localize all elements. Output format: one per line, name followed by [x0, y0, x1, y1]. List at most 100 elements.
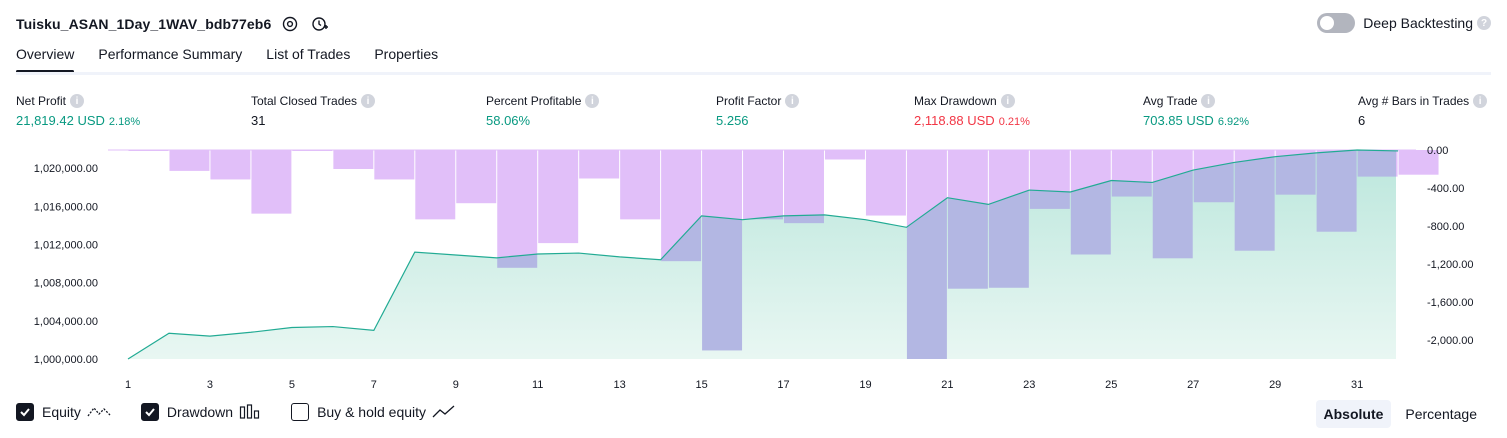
right-axis-tick: -400.00 [1427, 183, 1464, 195]
drawdown-bar[interactable] [865, 150, 906, 216]
buy-hold-checkbox[interactable] [291, 403, 310, 421]
chart-legend: Equity Drawdown Buy & hold equity [16, 403, 486, 421]
metric-avg-bars-in-trades: Avg # Bars in Trades i 6 [1358, 94, 1488, 128]
metric-label: Profit Factor [716, 94, 782, 108]
metric-label: Max Drawdown [914, 94, 997, 108]
display-mode-switch: Absolute Percentage [1310, 400, 1486, 428]
left-axis-tick: 1,020,000.00 [34, 163, 98, 175]
drawdown-label: Drawdown [166, 404, 234, 420]
right-axis-tick: 0.00 [1427, 145, 1448, 157]
drawdown-bar[interactable] [128, 150, 169, 151]
right-axis-tick: -1,200.00 [1427, 259, 1473, 271]
drawdown-bar[interactable] [824, 150, 865, 160]
x-axis-tick: 7 [371, 379, 377, 391]
drawdown-bar[interactable] [374, 150, 415, 180]
tab-overview[interactable]: Overview [16, 46, 75, 73]
metric-value: 703.85 USD [1143, 113, 1214, 128]
metric-label: Total Closed Trades [251, 94, 358, 108]
drawdown-bar[interactable] [210, 150, 251, 180]
x-axis-tick: 29 [1269, 379, 1281, 391]
metric-value: 2,118.88 USD [914, 113, 995, 128]
x-axis-tick: 3 [207, 379, 213, 391]
drawdown-bar[interactable] [251, 150, 292, 214]
tabs-divider [16, 72, 1491, 75]
x-axis-tick: 9 [453, 379, 459, 391]
metric-percent: 0.21% [998, 116, 1030, 128]
metric-percent-profitable: Percent Profitable i 58.06% [486, 94, 600, 128]
tab-performance-summary[interactable]: Performance Summary [98, 46, 242, 71]
percentage-button[interactable]: Percentage [1397, 400, 1485, 428]
metric-percent: 6.92% [1217, 116, 1250, 128]
drawdown-checkbox[interactable] [140, 403, 159, 421]
metric-value: 31 [251, 113, 266, 128]
absolute-button[interactable]: Absolute [1315, 400, 1392, 428]
left-axis-tick: 1,004,000.00 [34, 316, 98, 328]
drawdown-bars-icon [239, 404, 261, 420]
help-icon[interactable]: ? [1477, 16, 1491, 30]
drawdown-bar[interactable] [292, 150, 333, 151]
x-axis-tick: 31 [1351, 379, 1363, 391]
metric-profit-factor: Profit Factor i 5.256 [716, 94, 800, 128]
info-icon[interactable]: i [361, 94, 376, 108]
drawdown-bar[interactable] [415, 150, 456, 220]
drawdown-bar[interactable] [497, 150, 538, 268]
metric-percent: 2.18% [108, 116, 141, 128]
right-axis-tick: -800.00 [1427, 221, 1464, 233]
deep-backtesting-label: Deep Backtesting [1363, 15, 1473, 31]
drawdown-bar[interactable] [784, 150, 824, 224]
drawdown-bar-overlap [1234, 150, 1275, 251]
metrics-row: Net Profit i 21,819.42 USD 2.18% Total Clo… [0, 94, 1507, 134]
buy-hold-toggle[interactable]: Buy & hold equity [291, 403, 456, 421]
info-icon[interactable]: i [70, 94, 85, 108]
info-icon[interactable]: i [585, 94, 600, 108]
right-axis-tick: -2,000.00 [1427, 335, 1473, 347]
drawdown-bar-overlap [1275, 150, 1316, 195]
x-axis-tick: 1 [125, 379, 131, 391]
report-tabs: Overview Performance Summary List of Tra… [16, 46, 462, 73]
info-icon[interactable]: i [1473, 94, 1488, 108]
tab-properties[interactable]: Properties [374, 46, 438, 71]
x-axis-tick: 23 [1023, 379, 1035, 391]
equity-checkbox[interactable] [16, 403, 34, 421]
drawdown-bar[interactable] [743, 150, 784, 220]
x-axis-tick: 17 [777, 379, 789, 391]
drawdown-bar[interactable] [169, 150, 210, 171]
strategy-name: Tuisku_ASAN_1Day_1WAV_bdb77eb6 [16, 16, 272, 32]
settings-gear-icon[interactable] [279, 13, 301, 35]
drawdown-bar[interactable] [620, 150, 661, 220]
add-alert-icon[interactable] [309, 13, 331, 35]
left-axis-tick: 1,008,000.00 [34, 278, 98, 290]
metric-value: 6 [1358, 113, 1366, 128]
buy-hold-label: Buy & hold equity [317, 404, 427, 420]
right-axis-tick: -1,600.00 [1427, 297, 1473, 309]
metric-avg-trade: Avg Trade i 703.85 USD 6.92% [1143, 94, 1249, 128]
drawdown-bar[interactable] [538, 150, 579, 244]
x-axis-tick: 19 [859, 379, 871, 391]
drawdown-bar[interactable] [579, 150, 620, 179]
metric-value: 5.256 [716, 113, 749, 128]
equity-line-icon [87, 404, 111, 420]
info-icon[interactable]: i [1000, 94, 1015, 108]
x-axis-tick: 13 [613, 379, 625, 391]
metric-max-drawdown: Max Drawdown i 2,118.88 USD 0.21% [914, 94, 1030, 128]
tab-list-of-trades[interactable]: List of Trades [266, 46, 350, 71]
equity-toggle[interactable]: Equity [16, 403, 111, 421]
left-axis-tick: 1,000,000.00 [34, 354, 98, 366]
drawdown-bar[interactable] [456, 150, 497, 204]
metric-label: Avg Trade [1143, 94, 1198, 108]
metric-value: 58.06% [486, 113, 531, 128]
x-axis-tick: 11 [532, 379, 543, 391]
equity-label: Equity [42, 404, 81, 420]
equity-drawdown-chart[interactable]: 1,000,000.00 1,004,000.00 1,008,000.00 1,01… [0, 140, 1507, 400]
drawdown-bar[interactable] [333, 150, 374, 169]
metric-label: Avg # Bars in Trades [1358, 94, 1470, 108]
info-icon[interactable]: i [1201, 94, 1216, 108]
deep-backtesting-toggle[interactable] [1317, 13, 1356, 33]
metric-total-closed-trades: Total Closed Trades i 31 [251, 94, 376, 128]
info-icon[interactable]: i [785, 94, 800, 108]
metric-value: 21,819.42 USD [16, 113, 105, 128]
metric-label: Percent Profitable [486, 94, 582, 108]
drawdown-toggle[interactable]: Drawdown [140, 403, 261, 421]
deep-backtesting: Deep Backtesting ? [1317, 13, 1491, 33]
x-axis-tick: 15 [695, 379, 707, 391]
